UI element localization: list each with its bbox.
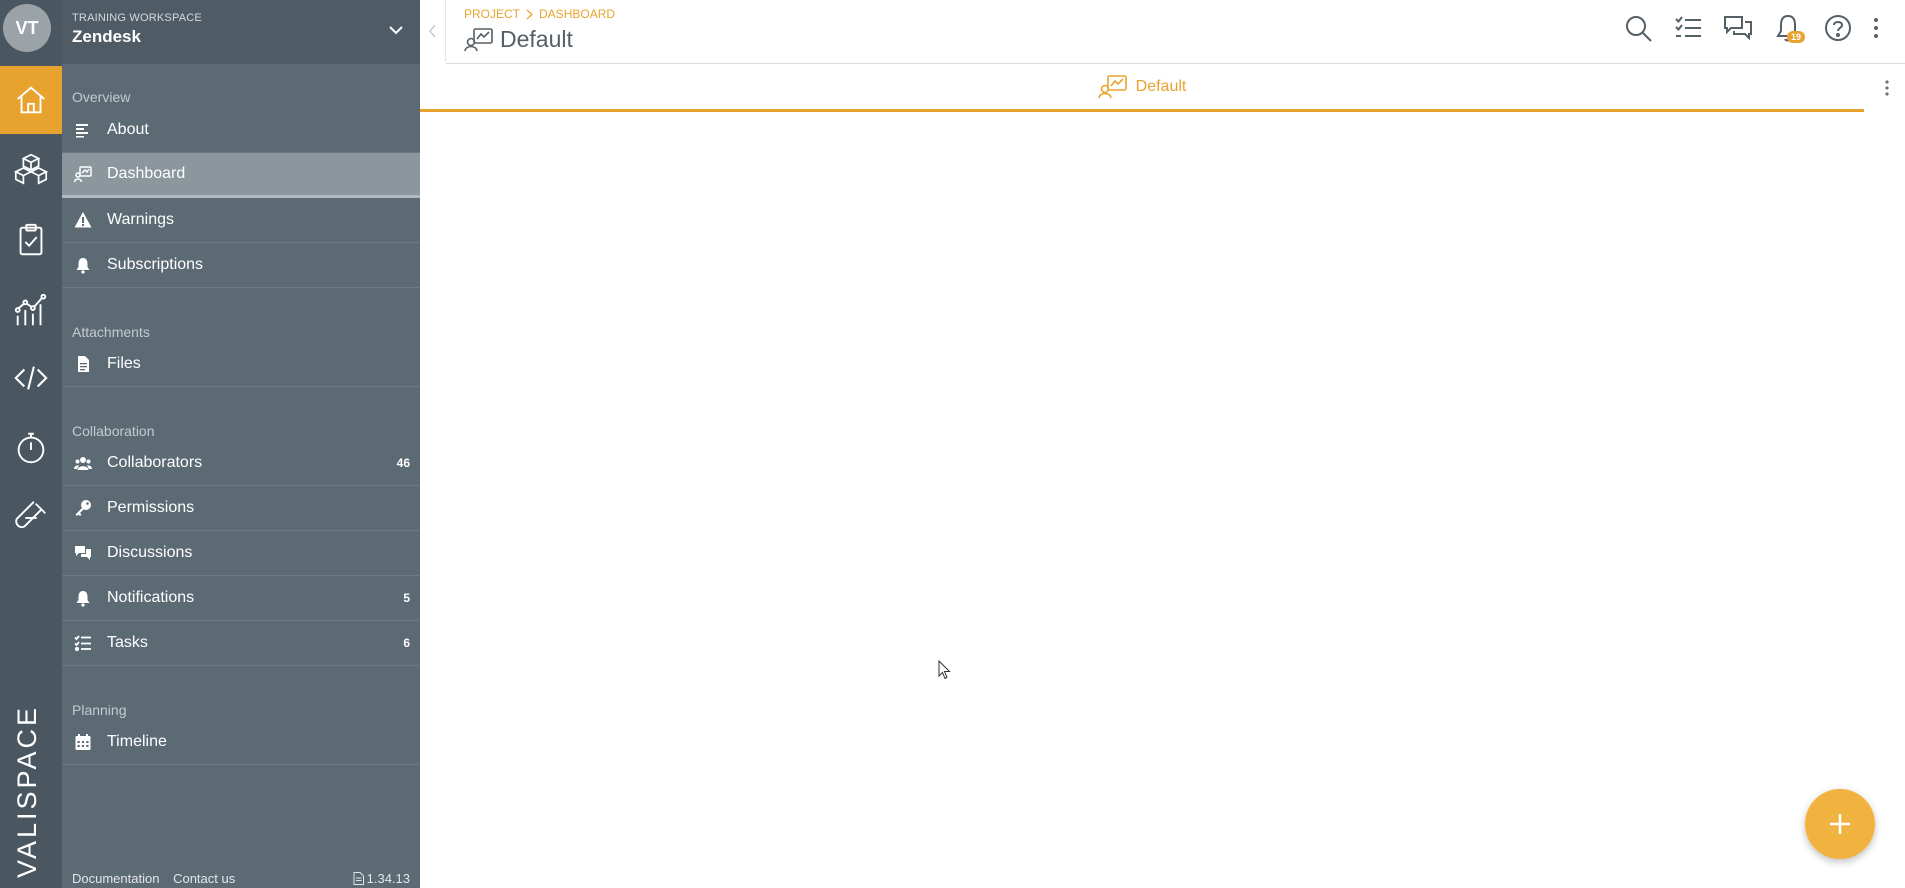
sidebar-footer: Documentation Contact us: [72, 871, 245, 886]
tab-label: Default: [1135, 77, 1187, 95]
sidebar-item-warnings[interactable]: Warnings: [62, 198, 420, 243]
sidebar-item-collaborators[interactable]: Collaborators 46: [62, 441, 420, 486]
calendar-icon: [74, 733, 92, 751]
chevron-right-icon: [526, 9, 533, 19]
sidebar-item-timeline[interactable]: Timeline: [62, 720, 420, 765]
version-label: 1.34.13: [353, 871, 410, 886]
chevron-down-icon[interactable]: [386, 20, 406, 40]
cubes-icon[interactable]: [0, 134, 62, 202]
workspace-switcher[interactable]: TRAINING WORKSPACE Zendesk: [62, 0, 420, 64]
key-icon: [74, 499, 92, 517]
section-title-planning: Planning: [72, 702, 127, 718]
sidebar-item-dashboard[interactable]: Dashboard: [62, 153, 420, 198]
page-title-text: Default: [500, 26, 573, 52]
workspace-label: TRAINING WORKSPACE: [72, 12, 202, 24]
sidebar-item-discussions[interactable]: Discussions: [62, 531, 420, 576]
dashboard-icon: [1097, 74, 1127, 98]
sidebar-item-label: Discussions: [107, 544, 193, 561]
contact-link[interactable]: Contact us: [173, 871, 235, 886]
add-widget-button[interactable]: [1805, 789, 1875, 859]
bell-icon: [74, 256, 92, 274]
sidebar-item-label: Notifications: [107, 589, 195, 606]
sidebar-item-label: Timeline: [107, 733, 167, 750]
project-sidebar: TRAINING WORKSPACE Zendesk Overview Abou…: [62, 0, 420, 888]
search-icon[interactable]: [1621, 11, 1655, 45]
app-root: VT VALISPACE TRAINING WORKSPACE Zendesk …: [0, 0, 1905, 888]
sidebar-item-notifications[interactable]: Notifications 5: [62, 576, 420, 621]
sidebar-item-about[interactable]: About: [62, 108, 420, 153]
stopwatch-icon[interactable]: [0, 414, 62, 482]
notifications-count-badge: 5: [403, 591, 410, 605]
collapse-sidebar-button[interactable]: [420, 0, 446, 62]
bell-icon: [74, 589, 92, 607]
sidebar-item-label: Files: [107, 355, 141, 372]
breadcrumb-dashboard[interactable]: DASHBOARD: [539, 7, 615, 21]
more-vertical-icon[interactable]: [1866, 11, 1886, 45]
dashboard-content: [420, 112, 1905, 888]
page-title: Default: [464, 26, 573, 53]
users-icon: [74, 454, 92, 472]
sidebar-item-files[interactable]: Files: [62, 342, 420, 387]
sidebar-item-label: Dashboard: [107, 165, 186, 182]
dashboard-tab-bar: Default: [420, 64, 1905, 112]
test-tube-icon[interactable]: [0, 484, 62, 552]
sidebar-item-label: Permissions: [107, 499, 195, 516]
valispace-logo: VALISPACE: [12, 705, 42, 878]
dashboard-icon: [74, 165, 92, 183]
section-title-overview: Overview: [72, 89, 131, 105]
file-icon: [74, 355, 92, 373]
dashboard-icon: [464, 27, 493, 51]
collaborators-count-badge: 46: [396, 456, 410, 470]
sidebar-item-permissions[interactable]: Permissions: [62, 486, 420, 531]
breadcrumb: PROJECT DASHBOARD: [464, 7, 615, 21]
sidebar-item-subscriptions[interactable]: Subscriptions: [62, 243, 420, 288]
icon-rail: VT VALISPACE: [0, 0, 62, 888]
sidebar-item-label: Collaborators: [107, 454, 203, 471]
tab-default[interactable]: Default: [420, 64, 1864, 112]
tab-options-icon[interactable]: [1877, 76, 1897, 100]
tasks-icon: [74, 634, 92, 652]
sidebar-item-label: Tasks: [107, 634, 148, 651]
tasks-checklist-icon[interactable]: [1671, 11, 1705, 45]
section-title-attachments: Attachments: [72, 324, 150, 340]
document-icon: [353, 872, 364, 885]
analytics-chart-icon[interactable]: [0, 276, 62, 344]
breadcrumb-project[interactable]: PROJECT: [464, 7, 520, 21]
user-avatar[interactable]: VT: [3, 4, 51, 52]
notifications-bell-icon[interactable]: 19: [1771, 11, 1805, 45]
sidebar-item-label: Subscriptions: [107, 256, 204, 273]
discussions-icon[interactable]: [1721, 11, 1755, 45]
mouse-cursor-icon: [938, 660, 951, 680]
svg-text:VALISPACE: VALISPACE: [12, 705, 42, 878]
help-icon[interactable]: [1821, 11, 1855, 45]
section-title-collaboration: Collaboration: [72, 423, 155, 439]
page-header: PROJECT DASHBOARD Default 19: [446, 0, 1905, 64]
chevron-left-icon: [428, 24, 436, 38]
home-icon[interactable]: [0, 66, 62, 134]
chat-icon: [74, 544, 92, 562]
notifications-badge: 19: [1786, 31, 1805, 43]
tasks-count-badge: 6: [403, 636, 410, 650]
sidebar-item-label: Warnings: [107, 211, 174, 228]
workspace-name: Zendesk: [72, 27, 141, 46]
clipboard-check-icon[interactable]: [0, 206, 62, 274]
list-icon: [74, 121, 92, 139]
code-icon[interactable]: [0, 344, 62, 412]
warning-icon: [74, 211, 92, 229]
sidebar-item-label: About: [107, 121, 149, 138]
sidebar-item-tasks[interactable]: Tasks 6: [62, 621, 420, 666]
plus-icon: [1830, 814, 1850, 834]
version-number: 1.34.13: [366, 871, 410, 886]
documentation-link[interactable]: Documentation: [72, 871, 159, 886]
